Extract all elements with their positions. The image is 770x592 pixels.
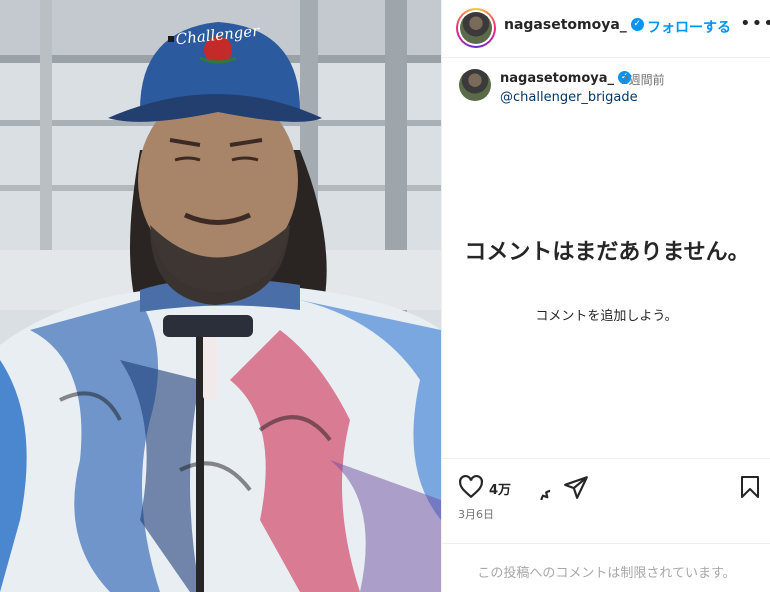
post-side-panel: nagasetomoya_✓ フォローする ••• nagasetomoya_✓… (441, 0, 770, 592)
no-comments-title: コメントはまだありません。 (464, 240, 750, 265)
header-username[interactable]: nagasetomoya_ ✓ (504, 17, 644, 33)
caption-mention-link[interactable]: @challenger_brigade (500, 90, 638, 105)
more-options-icon[interactable]: ••• (740, 13, 770, 34)
photo-illustration: Challenger (0, 0, 441, 592)
post-photo[interactable]: Challenger (0, 0, 441, 592)
caption-username-text[interactable]: nagasetomoya_ (500, 71, 614, 86)
caption-timestamp[interactable]: 2週間前 (621, 71, 665, 88)
post-caption: nagasetomoya_ ✓ 2週間前 @challenger_brigade (442, 59, 770, 119)
verified-badge-icon: ✓ (630, 17, 644, 31)
save-bookmark-icon[interactable] (738, 474, 762, 500)
post-header: nagasetomoya_✓ フォローする ••• (442, 0, 770, 58)
caption-avatar[interactable] (459, 69, 491, 101)
no-comments-subtitle: コメントを追加しよう。 (535, 309, 678, 324)
comments-restricted-notice: この投稿へのコメントは制限されています。 (477, 566, 736, 581)
follow-button[interactable]: フォローする (647, 17, 731, 37)
like-count[interactable]: 4万 (489, 479, 511, 498)
comment-bubble-icon[interactable] (524, 474, 550, 500)
caption-username[interactable]: nagasetomoya_ ✓ (500, 71, 632, 86)
actions-divider (442, 458, 770, 459)
like-heart-icon[interactable] (458, 474, 484, 500)
bottom-divider (442, 543, 770, 544)
profile-avatar[interactable] (456, 8, 496, 48)
post-date[interactable]: 3月6日 (458, 506, 494, 522)
header-username-text[interactable]: nagasetomoya_ (504, 17, 627, 33)
share-send-icon[interactable] (563, 474, 589, 500)
